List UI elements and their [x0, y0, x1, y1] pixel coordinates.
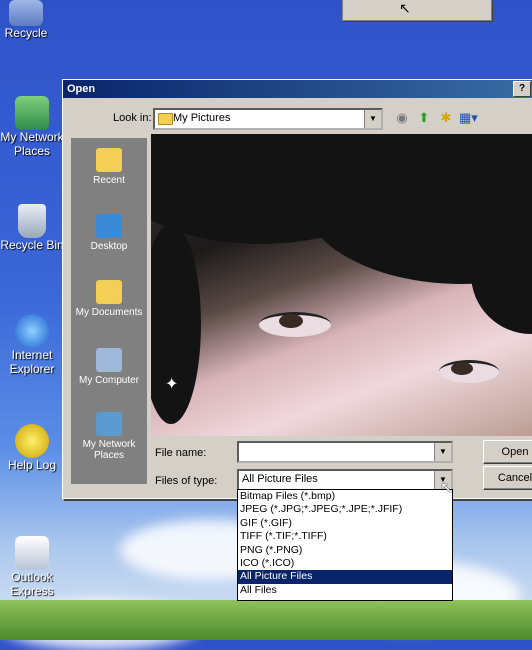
cancel-button[interactable]: Cancel — [483, 466, 532, 490]
open-dialog: Open ? Look in: My Pictures ▼ ◉ ⬆ ✱ ▦▾ R… — [62, 79, 532, 499]
desktop-icon-help[interactable]: Help Log — [0, 424, 64, 472]
help-button[interactable]: ? — [513, 81, 531, 97]
chevron-down-icon[interactable]: ▼ — [434, 443, 451, 461]
place-label: My Network Places — [82, 439, 136, 461]
file-preview-area[interactable]: ✦ — [151, 134, 532, 436]
view-menu-icon[interactable]: ▦▾ — [459, 109, 478, 127]
file-type-dropdown-list[interactable]: Bitmap Files (*.bmp) JPEG (*.JPG;*.JPEG;… — [237, 489, 453, 601]
desktop-grass — [0, 600, 532, 640]
desktop-icon-label: My Network Places — [0, 130, 64, 158]
file-type-option[interactable]: ICO (*.ICO) — [238, 557, 452, 570]
place-label: Desktop — [90, 241, 128, 252]
desktop-icon-recycle[interactable]: Recycle — [0, 0, 58, 40]
chevron-down-icon[interactable]: ▼ — [364, 110, 381, 128]
new-folder-icon[interactable]: ✱ — [437, 109, 455, 127]
file-type-option[interactable]: GIF (*.GIF) — [238, 517, 452, 530]
file-name-field[interactable]: ▼ — [237, 441, 453, 463]
file-name-label: File name: — [155, 447, 207, 459]
mouse-cursor-icon: ↖ — [440, 480, 454, 497]
my-network-icon — [96, 412, 122, 436]
recycle-bin-icon — [18, 204, 46, 238]
background-window[interactable]: ↖ — [342, 0, 492, 21]
place-label: Recent — [93, 175, 125, 186]
desktop-icon — [96, 214, 122, 238]
file-type-option[interactable]: TIFF (*.TIF;*.TIFF) — [238, 530, 452, 543]
file-type-option[interactable]: Bitmap Files (*.bmp) — [238, 490, 452, 503]
file-type-option[interactable]: PNG (*.PNG) — [238, 544, 452, 557]
sparkle-icon: ✦ — [165, 376, 179, 393]
open-button[interactable]: Open — [483, 440, 532, 464]
dialog-titlebar[interactable]: Open ? — [63, 80, 532, 98]
mouse-cursor-icon: ↖ — [399, 0, 411, 16]
network-places-icon — [15, 96, 49, 130]
place-label: My Documents — [75, 307, 143, 318]
back-icon[interactable]: ◉ — [393, 109, 411, 127]
files-of-type-value: All Picture Files — [242, 473, 318, 485]
up-folder-icon[interactable]: ⬆ — [415, 109, 433, 127]
look-in-combo[interactable]: My Pictures ▼ — [153, 108, 383, 130]
photo-region — [279, 314, 303, 328]
desktop-icon-label: Help Log — [7, 458, 57, 472]
photo-region — [451, 362, 473, 375]
file-type-option[interactable]: All Files — [238, 584, 452, 597]
desktop-icon-recycle-bin[interactable]: Recycle Bin — [0, 204, 64, 252]
recycle-top-icon — [9, 0, 43, 26]
desktop-icon-label: Internet Explorer — [9, 348, 55, 376]
desktop-icon-label: Outlook Express — [10, 570, 54, 598]
place-my-computer[interactable]: My Computer — [71, 348, 147, 386]
desktop-icon-label: Recycle — [4, 26, 48, 40]
desktop-icon-ie[interactable]: Internet Explorer — [0, 314, 64, 376]
dialog-title: Open — [67, 83, 96, 95]
place-recent[interactable]: Recent — [71, 148, 147, 186]
my-documents-icon — [96, 280, 122, 304]
files-of-type-label: Files of type: — [155, 475, 218, 487]
place-my-network[interactable]: My Network Places — [71, 412, 147, 461]
look-in-value: My Pictures — [173, 112, 231, 124]
desktop-icon-network[interactable]: My Network Places — [0, 96, 64, 158]
outlook-express-icon — [15, 536, 49, 570]
file-type-option-selected[interactable]: All Picture Files — [238, 570, 452, 584]
file-type-option[interactable]: JPEG (*.JPG;*.JPEG;*.JPE;*.JFIF) — [238, 503, 452, 516]
places-bar: Recent Desktop My Documents My Computer … — [71, 138, 147, 484]
folder-icon — [158, 113, 173, 125]
desktop-icon-outlook[interactable]: Outlook Express — [0, 536, 64, 598]
desktop-icon-label: Recycle Bin — [0, 238, 64, 252]
place-my-documents[interactable]: My Documents — [71, 280, 147, 318]
place-label: My Computer — [78, 375, 139, 386]
photo-region — [151, 224, 201, 424]
place-desktop[interactable]: Desktop — [71, 214, 147, 252]
my-computer-icon — [96, 348, 122, 372]
internet-explorer-icon — [15, 314, 49, 348]
look-in-label: Look in: — [113, 112, 152, 124]
files-of-type-combo[interactable]: All Picture Files ▼ — [237, 469, 453, 491]
recent-folder-icon — [96, 148, 122, 172]
help-icon — [15, 424, 49, 458]
